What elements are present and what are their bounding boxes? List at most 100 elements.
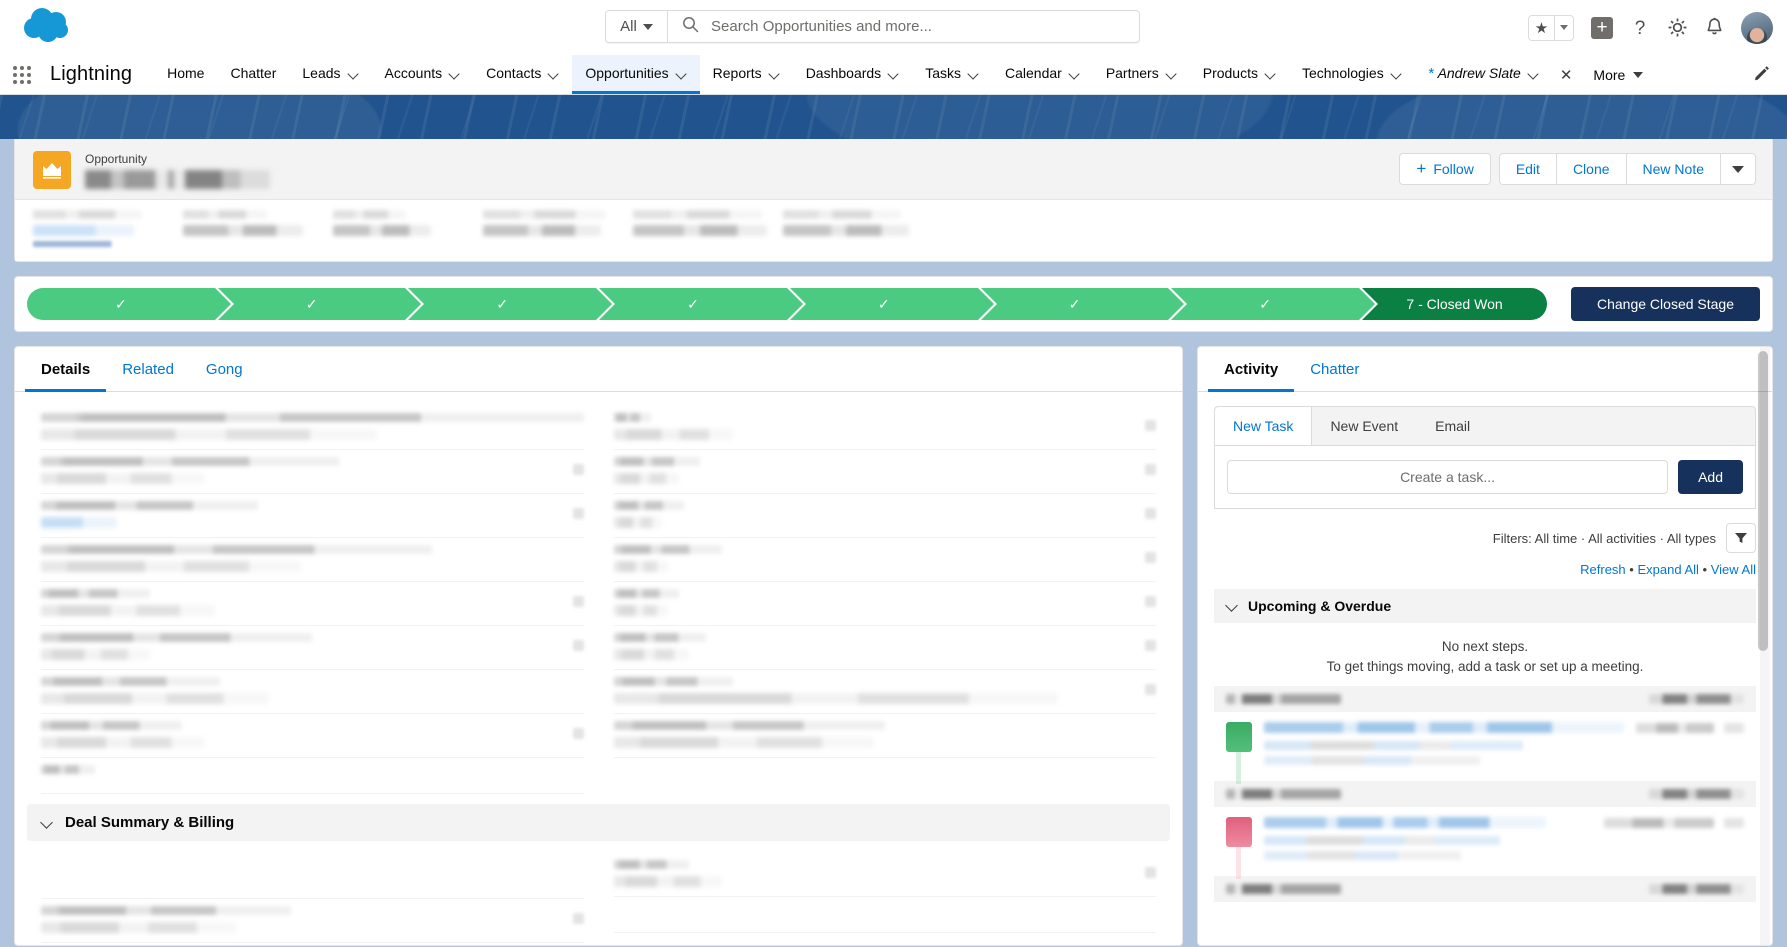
tab-chatter[interactable]: Chatter bbox=[1294, 347, 1375, 392]
funnel-icon[interactable] bbox=[1726, 523, 1756, 553]
chevron-down-icon[interactable] bbox=[676, 70, 687, 77]
nav-item-home[interactable]: Home bbox=[154, 55, 217, 94]
search-input[interactable] bbox=[711, 18, 1125, 35]
activity-scrollbar-track[interactable] bbox=[1758, 347, 1770, 945]
nav-item-accounts[interactable]: Accounts bbox=[372, 55, 474, 94]
path-step-7[interactable]: ✓ bbox=[1171, 288, 1378, 320]
detail-field[interactable] bbox=[41, 714, 584, 758]
tab-activity[interactable]: Activity bbox=[1208, 347, 1295, 392]
chevron-down-icon[interactable] bbox=[1528, 70, 1539, 77]
composer-tab-new-event[interactable]: New Event bbox=[1312, 407, 1417, 445]
new-note-button[interactable]: New Note bbox=[1626, 153, 1721, 185]
highlight-field[interactable] bbox=[333, 210, 483, 247]
nav-item-products[interactable]: Products bbox=[1190, 55, 1289, 94]
add-task-button[interactable]: Add bbox=[1678, 460, 1743, 494]
expand-all-link[interactable]: Expand All bbox=[1637, 562, 1698, 577]
detail-field[interactable] bbox=[613, 494, 1156, 538]
chevron-down-icon[interactable] bbox=[1265, 70, 1276, 77]
tab-related[interactable]: Related bbox=[106, 347, 190, 392]
detail-field[interactable] bbox=[41, 494, 584, 538]
pencil-icon[interactable] bbox=[1753, 55, 1771, 95]
more-actions-button[interactable] bbox=[1721, 153, 1756, 185]
detail-field[interactable] bbox=[613, 853, 1156, 897]
chevron-down-icon[interactable] bbox=[548, 70, 559, 77]
gear-icon[interactable] bbox=[1667, 17, 1688, 38]
path-step-2[interactable]: ✓ bbox=[217, 288, 425, 320]
detail-field[interactable] bbox=[613, 538, 1156, 582]
chevron-down-icon[interactable] bbox=[769, 70, 780, 77]
timeline-month-header[interactable] bbox=[1214, 876, 1756, 902]
highlight-field[interactable] bbox=[183, 210, 333, 247]
nav-item-dashboards[interactable]: Dashboards bbox=[793, 55, 913, 94]
path-step-3[interactable]: ✓ bbox=[408, 288, 615, 320]
detail-field[interactable] bbox=[41, 899, 584, 943]
composer-tab-new-task[interactable]: New Task bbox=[1215, 407, 1313, 445]
nav-item-reports[interactable]: Reports bbox=[700, 55, 793, 94]
detail-field[interactable] bbox=[613, 897, 1156, 933]
question-mark-icon[interactable]: ? bbox=[1630, 17, 1650, 38]
detail-field[interactable] bbox=[613, 670, 1156, 714]
chevron-down-icon[interactable] bbox=[1555, 16, 1573, 40]
app-launcher-icon[interactable] bbox=[0, 55, 44, 94]
nav-item-leads[interactable]: Leads bbox=[289, 55, 371, 94]
nav-item-contacts[interactable]: Contacts bbox=[473, 55, 572, 94]
nav-more-button[interactable]: More bbox=[1580, 55, 1656, 94]
detail-field[interactable] bbox=[613, 714, 1156, 758]
global-search[interactable]: All bbox=[605, 10, 1140, 43]
path-step-current[interactable]: 7 - Closed Won bbox=[1362, 288, 1548, 320]
nav-item-technologies[interactable]: Technologies bbox=[1289, 55, 1415, 94]
timeline-month-header[interactable] bbox=[1214, 686, 1756, 712]
highlight-field[interactable] bbox=[633, 210, 783, 247]
path-step-4[interactable]: ✓ bbox=[599, 288, 806, 320]
refresh-link[interactable]: Refresh bbox=[1580, 562, 1626, 577]
upcoming-overdue-group-header[interactable]: Upcoming & Overdue bbox=[1214, 589, 1756, 623]
detail-field[interactable] bbox=[41, 853, 584, 899]
composer-tab-email[interactable]: Email bbox=[1417, 407, 1489, 445]
detail-field[interactable] bbox=[41, 582, 584, 626]
bell-icon[interactable] bbox=[1705, 17, 1724, 38]
highlight-field[interactable] bbox=[783, 210, 933, 247]
path-step-1[interactable]: ✓ bbox=[27, 288, 234, 320]
section-deal-summary-billing[interactable]: Deal Summary & Billing bbox=[27, 804, 1170, 841]
timeline-item[interactable] bbox=[1214, 807, 1756, 879]
path-step-6[interactable]: ✓ bbox=[980, 288, 1188, 320]
activity-scrollbar-thumb[interactable] bbox=[1758, 351, 1768, 651]
detail-field[interactable] bbox=[41, 450, 584, 494]
detail-field[interactable] bbox=[41, 538, 584, 582]
highlight-field[interactable] bbox=[33, 210, 183, 247]
path-step-5[interactable]: ✓ bbox=[789, 288, 997, 320]
create-task-input[interactable]: Create a task... bbox=[1227, 460, 1669, 494]
plus-icon[interactable]: + bbox=[1591, 16, 1613, 39]
timeline-item[interactable] bbox=[1214, 712, 1756, 784]
chevron-down-icon[interactable] bbox=[1069, 70, 1080, 77]
nav-item-tasks[interactable]: Tasks bbox=[912, 55, 992, 94]
search-field[interactable] bbox=[668, 11, 1139, 42]
detail-field[interactable] bbox=[613, 450, 1156, 494]
chevron-down-icon[interactable] bbox=[1166, 70, 1177, 77]
tab-details[interactable]: Details bbox=[25, 347, 107, 392]
view-all-link[interactable]: View All bbox=[1711, 562, 1756, 577]
clone-button[interactable]: Clone bbox=[1556, 153, 1627, 185]
chevron-down-icon[interactable] bbox=[968, 70, 979, 77]
detail-field[interactable] bbox=[613, 582, 1156, 626]
edit-button[interactable]: Edit bbox=[1498, 153, 1557, 185]
detail-field[interactable] bbox=[41, 406, 584, 450]
detail-field[interactable] bbox=[613, 626, 1156, 670]
favorites-group[interactable]: ★ bbox=[1528, 14, 1574, 41]
detail-field[interactable] bbox=[41, 758, 584, 794]
follow-button[interactable]: + Follow bbox=[1399, 153, 1491, 185]
detail-field[interactable] bbox=[613, 406, 1156, 450]
user-avatar[interactable] bbox=[1741, 11, 1773, 44]
nav-item-chatter[interactable]: Chatter bbox=[217, 55, 289, 94]
detail-field[interactable] bbox=[41, 626, 584, 670]
search-scope-select[interactable]: All bbox=[606, 11, 668, 42]
workspace-tab-andrew-slate[interactable]: * Andrew Slate bbox=[1415, 55, 1552, 94]
chevron-down-icon[interactable] bbox=[888, 70, 899, 77]
detail-field[interactable] bbox=[41, 670, 584, 714]
nav-item-partners[interactable]: Partners bbox=[1093, 55, 1190, 94]
nav-item-opportunities[interactable]: Opportunities bbox=[572, 55, 700, 94]
chevron-down-icon[interactable] bbox=[1391, 70, 1402, 77]
highlight-field[interactable] bbox=[483, 210, 633, 247]
nav-item-calendar[interactable]: Calendar bbox=[992, 55, 1093, 94]
chevron-down-icon[interactable] bbox=[348, 70, 359, 77]
